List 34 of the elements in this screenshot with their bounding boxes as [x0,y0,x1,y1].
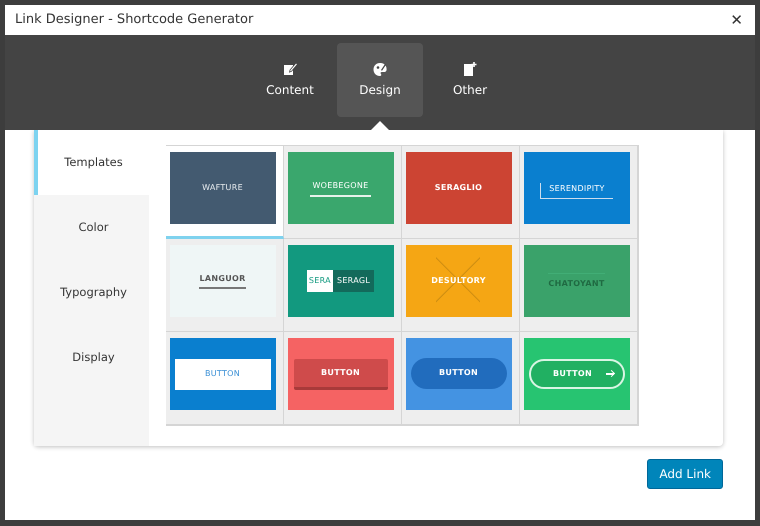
template-option[interactable]: BUTTON [284,332,402,425]
template-option[interactable]: BUTTON [402,332,520,425]
template-label: SERA [306,270,333,292]
template-label: SERENDIPITY [540,183,613,199]
template-option[interactable]: SERAGLIO [402,146,520,239]
tab[interactable]: Other [427,43,513,117]
template-label: CHATOYANT [548,272,605,290]
sidebar-item[interactable]: Display [34,325,149,390]
document-plus-icon [462,61,478,77]
sidebar-item[interactable]: Color [34,195,149,260]
note-pencil-icon [282,61,298,77]
template-option[interactable]: BUTTON [166,332,284,425]
tab[interactable]: Content [247,43,333,117]
palette-icon [372,61,388,77]
sidebar-item[interactable]: Templates [34,130,149,195]
template-label: WOEBEGONE [310,180,371,196]
template-label: BUTTON [294,358,388,390]
template-option[interactable]: SERENDIPITY [520,146,638,239]
template-option[interactable]: SERA SERAGL [284,239,402,332]
template-option[interactable]: WOEBEGONE [284,146,402,239]
template-option[interactable]: LANGUOR [166,239,284,332]
add-link-button[interactable]: Add Link [647,459,723,489]
modal-title: Link Designer - Shortcode Generator [15,11,254,30]
template-label: BUTTON [410,358,506,388]
template-label: SERAGLIO [434,182,482,194]
close-button[interactable]: ✕ [728,12,745,28]
template-label: DESULTORY [431,275,486,287]
template-option[interactable]: WAFTURE [166,146,284,239]
template-label: WAFTURE [202,182,243,194]
template-label: LANGUOR [199,273,246,289]
template-label: BUTTON [174,358,270,390]
sidebar-item[interactable]: Typography [34,260,149,325]
template-label: BUTTON [553,368,592,380]
template-label: SERAGL [332,270,374,292]
